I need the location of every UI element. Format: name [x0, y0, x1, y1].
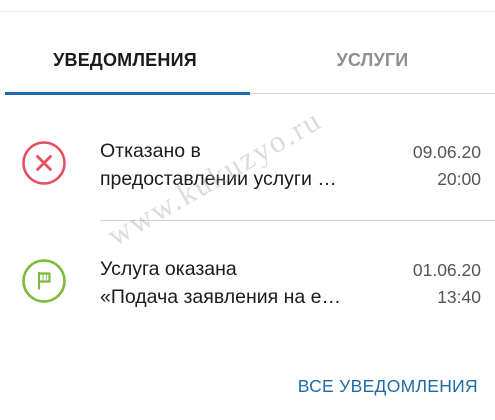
all-notifications-link[interactable]: ВСЕ УВЕДОМЛЕНИЯ — [298, 376, 478, 397]
notification-date: 01.06.20 — [412, 260, 481, 280]
notification-title-line1: Отказано в — [100, 140, 201, 162]
tab-services[interactable]: УСЛУГИ — [250, 28, 495, 92]
notification-title-line2: «Подача заявления на е… — [100, 286, 341, 308]
notification-item-provided[interactable]: Услуга оказана «Подача заявления на е… 0… — [0, 235, 495, 335]
tab-baseline — [250, 93, 495, 94]
list-divider — [100, 220, 495, 221]
tab-notifications[interactable]: УВЕДОМЛЕНИЯ — [0, 28, 250, 92]
notification-item-rejected[interactable]: Отказано в предоставлении услуги … 09.06… — [0, 117, 495, 217]
flag-circle-icon — [22, 259, 66, 303]
notification-datetime: 09.06.20 20:00 — [371, 139, 481, 193]
active-tab-indicator — [5, 92, 250, 95]
notification-title-line1: Услуга оказана — [100, 258, 237, 280]
top-divider — [0, 11, 495, 12]
close-circle-icon — [22, 141, 66, 185]
notifications-screen: УВЕДОМЛЕНИЯ УСЛУГИ Отказано в предоставл… — [0, 0, 495, 420]
notification-title: Услуга оказана «Подача заявления на е… — [100, 255, 380, 311]
notification-time: 13:40 — [437, 287, 481, 307]
tab-bar: УВЕДОМЛЕНИЯ УСЛУГИ — [0, 28, 495, 95]
notification-datetime: 01.06.20 13:40 — [371, 257, 481, 311]
notification-title: Отказано в предоставлении услуги … — [100, 137, 380, 193]
notification-title-line2: предоставлении услуги … — [100, 168, 337, 190]
notification-date: 09.06.20 — [412, 142, 481, 162]
notification-time: 20:00 — [437, 169, 481, 189]
